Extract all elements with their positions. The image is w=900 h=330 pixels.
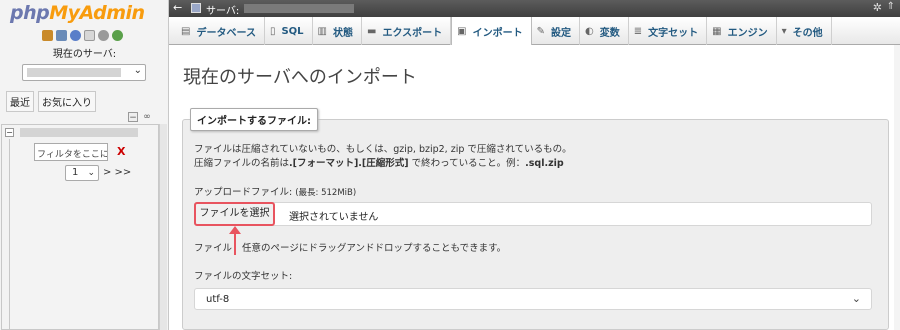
back-arrow-icon[interactable]: ← (173, 1, 182, 14)
tab-variables[interactable]: ◐ 変数 (580, 17, 629, 45)
server-icon (191, 3, 201, 13)
tab-label: その他 (792, 27, 823, 39)
gear-icon[interactable]: ✲ (873, 1, 882, 14)
top-menu: ▤ データベース ▯ SQL ▥ 状態 ▬ エクスポート ▣ インポート ✎ 設定 ◐ 変数 … (169, 17, 900, 46)
collapse-icon[interactable]: − (5, 128, 14, 137)
tab-label: 設定 (551, 27, 571, 39)
page-select[interactable]: 1 ⌄ (65, 165, 99, 181)
quick-icons (42, 30, 123, 42)
export-icon: ▬ (367, 25, 377, 37)
tab-label: データベース (196, 27, 256, 39)
tree-root-node[interactable]: − (5, 128, 138, 137)
tab-favorites[interactable]: お気に入り (38, 91, 96, 112)
tab-label: エクスポート (382, 27, 443, 39)
main-content: 現在のサーバへのインポート インポートするファイル: ファイルは圧縮されていない… (169, 45, 900, 330)
status-icon: ▥ (317, 25, 327, 37)
compression-description: ファイルは圧縮されていないもの、もしくは、gzip, bzip2, zip で圧… (194, 144, 572, 155)
nav-tabs: 最近 お気に入り (6, 91, 96, 112)
import-icon: ▣ (457, 26, 467, 37)
navigation-panel: phpMyAdmin 現在のサーバ: ⌄ 最近 お気に入り − ∞ − フィルタ… (0, 0, 169, 330)
fieldset-legend: インポートするファイル: (190, 108, 318, 131)
file-status-text: 選択されていません (289, 212, 379, 223)
tab-import[interactable]: ▣ インポート (451, 17, 532, 46)
tab-label: 文字セット (648, 27, 699, 39)
logo-myadmin-text: MyAdmin (49, 2, 145, 24)
database-icon: ▤ (181, 25, 191, 37)
tab-engines[interactable]: ▦ エンジン (707, 17, 777, 45)
settings-icon[interactable] (98, 30, 109, 41)
tree-line (9, 139, 10, 330)
tab-settings[interactable]: ✎ 設定 (532, 17, 580, 45)
drag-hint-prefix: ファイル (194, 243, 233, 254)
upload-limit: (最長: 512MiB) (295, 188, 357, 198)
sql-icon: ▯ (269, 25, 276, 37)
server-name-redacted (244, 4, 354, 13)
charset-label: ファイルの文字セット: (194, 271, 293, 282)
tab-label: インポート (472, 28, 523, 39)
tab-label: SQL (281, 25, 304, 37)
main-scrollbar[interactable] (894, 45, 900, 330)
tab-charsets[interactable]: ≣ 文字セット (629, 17, 708, 45)
docs-icon[interactable] (84, 30, 95, 41)
tree-root-redacted (20, 128, 138, 137)
tab-label: 変数 (599, 27, 620, 39)
tab-recent[interactable]: 最近 (6, 91, 34, 112)
page-number: 1 (72, 167, 79, 178)
collapse-up-icon[interactable]: ⇑ (887, 1, 895, 12)
home-icon[interactable] (42, 30, 53, 41)
clear-filter-icon[interactable]: X (117, 145, 125, 158)
engine-icon: ▦ (712, 25, 722, 37)
collapse-all-icon[interactable]: − (128, 112, 138, 123)
logo-php-text: php (10, 2, 50, 24)
filename-desc-prefix: 圧縮ファイルの名前は (194, 158, 290, 169)
tab-label: エンジン (727, 27, 768, 39)
tab-more[interactable]: ▾ その他 (777, 17, 832, 45)
drag-hint-suffix: 任意のページにドラッグアンドドロップすることもできます。 (242, 243, 507, 254)
chevron-down-icon: ⌄ (133, 65, 142, 76)
nav-scrollbar[interactable] (159, 124, 167, 330)
charset-select[interactable]: utf-8 ⌄ (194, 288, 872, 310)
chevron-down-icon: ▾ (781, 25, 787, 37)
upload-file-label: アップロードファイル: (最長: 512MiB) (194, 184, 356, 198)
tab-databases[interactable]: ▤ データベース (176, 17, 265, 45)
link-icon[interactable]: ∞ (142, 112, 152, 122)
drag-drop-hint: ファイル 任意のページにドラッグアンドドロップすることもできます。 (194, 240, 506, 254)
phpmyadmin-logo[interactable]: phpMyAdmin (10, 2, 145, 24)
tab-sql[interactable]: ▯ SQL (265, 17, 313, 45)
filename-desc-example: .sql.zip (525, 158, 564, 169)
filename-desc-mid: で終わっていること。例： (408, 158, 526, 169)
server-select[interactable]: ⌄ (22, 64, 146, 81)
help-icon[interactable] (70, 30, 81, 41)
tree-filter-input[interactable]: フィルタをここに... (34, 143, 108, 161)
current-server-label: 現在のサーバ: (52, 49, 117, 60)
chevron-down-icon: ⌄ (87, 168, 95, 178)
sql-icon[interactable] (56, 30, 67, 41)
breadcrumb-server[interactable]: サーバ: (206, 2, 239, 17)
filename-description: 圧縮ファイルの名前は.[フォーマット].[圧縮形式] で終わっていること。例：.… (194, 155, 564, 169)
tab-status[interactable]: ▥ 状態 (313, 17, 362, 45)
reload-icon[interactable] (112, 30, 123, 41)
tab-export[interactable]: ▬ エクスポート (362, 17, 452, 45)
tab-label: 状態 (333, 27, 353, 39)
filename-desc-format: .[フォーマット].[圧縮形式] (289, 158, 409, 169)
breadcrumb-bar: ← サーバ: ✲ ⇑ (169, 0, 900, 17)
charset-value: utf-8 (206, 294, 230, 305)
page-title: 現在のサーバへのインポート (183, 67, 417, 88)
next-page-link[interactable]: > >> (103, 167, 131, 178)
server-name-redacted (27, 68, 121, 77)
upload-label: アップロードファイル: (194, 187, 293, 198)
chevron-down-icon: ⌄ (851, 292, 861, 305)
tree-controls: − ∞ (128, 112, 152, 123)
charset-icon: ≣ (633, 25, 643, 37)
wrench-icon: ✎ (536, 25, 545, 37)
choose-file-button[interactable]: ファイルを選択 (194, 202, 275, 226)
variables-icon: ◐ (585, 25, 594, 37)
